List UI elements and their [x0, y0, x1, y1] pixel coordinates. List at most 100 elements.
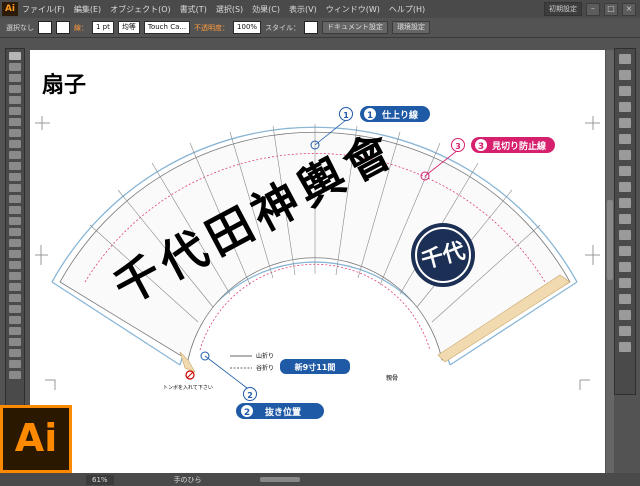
rectangle-tool-icon[interactable]: [9, 129, 21, 137]
svg-text:抜き位置: 抜き位置: [265, 406, 301, 418]
maximize-button[interactable]: □: [604, 2, 618, 16]
screen-mode-icon[interactable]: [9, 371, 21, 379]
color-panel-icon[interactable]: [619, 54, 631, 64]
gradient-panel-icon[interactable]: [619, 150, 631, 160]
eraser-tool-icon[interactable]: [9, 173, 21, 181]
svg-text:2: 2: [244, 408, 250, 418]
line-tool-icon[interactable]: [9, 118, 21, 126]
magic-wand-tool-icon[interactable]: [9, 74, 21, 82]
legend-mountain-fold: 山折り: [256, 352, 274, 360]
artboard-tool-icon[interactable]: [9, 316, 21, 324]
rotate-tool-icon[interactable]: [9, 184, 21, 192]
preferences-button[interactable]: 環境設定: [392, 21, 431, 34]
workspace-switcher[interactable]: 初期設定: [544, 2, 582, 16]
free-transform-tool-icon[interactable]: [9, 217, 21, 225]
zoom-tool-icon[interactable]: [9, 349, 21, 357]
document-title: 扇子: [42, 72, 86, 98]
vertical-scroll-thumb[interactable]: [607, 200, 613, 280]
pencil-tool-icon[interactable]: [9, 151, 21, 159]
illustrator-logo: Ai: [0, 405, 72, 473]
scale-tool-icon[interactable]: [9, 195, 21, 203]
shape-builder-tool-icon[interactable]: [9, 228, 21, 236]
svg-text:3: 3: [455, 142, 461, 151]
horizontal-scroll-thumb[interactable]: [260, 477, 300, 482]
appearance-panel-icon[interactable]: [619, 182, 631, 192]
zoom-level[interactable]: 61%: [86, 474, 114, 485]
eyedropper-tool-icon[interactable]: [9, 272, 21, 280]
width-tool-icon[interactable]: [9, 206, 21, 214]
close-button[interactable]: ×: [622, 2, 636, 16]
color-guide-panel-icon[interactable]: [619, 70, 631, 80]
menu-view[interactable]: 表示(V): [289, 4, 317, 15]
status-text[interactable]: 手のひら: [174, 475, 202, 485]
vertical-scrollbar[interactable]: [606, 50, 614, 473]
fill-stroke-icon[interactable]: [9, 360, 21, 368]
svg-text:仕上り線: 仕上り線: [381, 109, 418, 121]
stroke-profile-select[interactable]: 均等: [117, 21, 140, 34]
document-setup-button[interactable]: ドキュメント設定: [322, 21, 389, 34]
paintbrush-tool-icon[interactable]: [9, 140, 21, 148]
menu-select[interactable]: 選択(S): [216, 4, 243, 15]
graphic-styles-panel-icon[interactable]: [619, 198, 631, 208]
opacity-field[interactable]: 100%: [233, 21, 262, 34]
perspective-grid-tool-icon[interactable]: [9, 239, 21, 247]
slice-tool-icon[interactable]: [9, 327, 21, 335]
info-panel-icon[interactable]: [619, 342, 631, 352]
blob-brush-tool-icon[interactable]: [9, 162, 21, 170]
artboards-panel-icon[interactable]: [619, 230, 631, 240]
menu-file[interactable]: ファイル(F): [22, 4, 65, 15]
graph-tool-icon[interactable]: [9, 305, 21, 313]
menu-type[interactable]: 書式(T): [180, 4, 207, 15]
status-bar: 61% 手のひら: [0, 473, 640, 486]
minimize-button[interactable]: –: [586, 2, 600, 16]
menu-help[interactable]: ヘルプ(H): [389, 4, 425, 15]
selection-status: 選択なし: [6, 23, 34, 32]
links-panel-icon[interactable]: [619, 326, 631, 336]
pathfinder-panel-icon[interactable]: [619, 294, 631, 304]
artboard[interactable]: 千代田神輿會 千代 1 1 仕上り線 3 3 見切り防止線 2 2 抜き位置 ト…: [30, 50, 605, 473]
svg-text:見切り防止線: 見切り防止線: [491, 140, 546, 152]
stroke-label[interactable]: 線：: [74, 23, 88, 33]
tools-panel: [5, 48, 25, 410]
fan-template-artwork: 千代田神輿會 千代 1 1 仕上り線 3 3 見切り防止線 2 2 抜き位置 ト…: [35, 72, 600, 419]
menu-bar: Ai ファイル(F) 編集(E) オブジェクト(O) 書式(T) 選択(S) 効…: [0, 0, 640, 18]
brush-select[interactable]: Touch Ca...: [143, 21, 191, 34]
transparency-panel-icon[interactable]: [619, 166, 631, 176]
align-panel-icon[interactable]: [619, 278, 631, 288]
style-swatch[interactable]: [304, 21, 319, 34]
size-badge: 新9寸11間: [295, 362, 336, 372]
lasso-tool-icon[interactable]: [9, 85, 21, 93]
brushes-panel-icon[interactable]: [619, 102, 631, 112]
blend-tool-icon[interactable]: [9, 283, 21, 291]
panel-dock: [614, 48, 636, 395]
style-label: スタイル：: [265, 23, 301, 32]
stroke-swatch[interactable]: [56, 21, 70, 34]
fill-swatch[interactable]: [38, 21, 52, 34]
symbol-sprayer-tool-icon[interactable]: [9, 294, 21, 302]
hand-tool-icon[interactable]: [9, 338, 21, 346]
stroke-panel-icon[interactable]: [619, 134, 631, 144]
gradient-tool-icon[interactable]: [9, 261, 21, 269]
layers-panel-icon[interactable]: [619, 214, 631, 224]
type-tool-icon[interactable]: [9, 107, 21, 115]
menu-object[interactable]: オブジェクト(O): [110, 4, 171, 15]
stroke-weight-field[interactable]: 1 pt: [92, 21, 114, 34]
svg-text:3: 3: [478, 142, 484, 152]
transform-panel-icon[interactable]: [619, 310, 631, 320]
swatches-panel-icon[interactable]: [619, 86, 631, 96]
opacity-label[interactable]: 不透明度：: [194, 23, 229, 33]
parent-bone-note: 親骨: [386, 374, 398, 382]
symbols-panel-icon[interactable]: [619, 118, 631, 128]
direct-selection-tool-icon[interactable]: [9, 63, 21, 71]
selection-tool-icon[interactable]: [9, 52, 21, 60]
menu-effect[interactable]: 効果(C): [252, 4, 280, 15]
legend-valley-fold: 谷折り: [256, 364, 274, 372]
menu-edit[interactable]: 編集(E): [74, 4, 101, 15]
character-panel-icon[interactable]: [619, 246, 631, 256]
mesh-tool-icon[interactable]: [9, 250, 21, 258]
svg-text:1: 1: [367, 111, 373, 121]
pen-tool-icon[interactable]: [9, 96, 21, 104]
menu-window[interactable]: ウィンドウ(W): [326, 4, 380, 15]
paragraph-panel-icon[interactable]: [619, 262, 631, 272]
svg-text:2: 2: [247, 391, 253, 400]
